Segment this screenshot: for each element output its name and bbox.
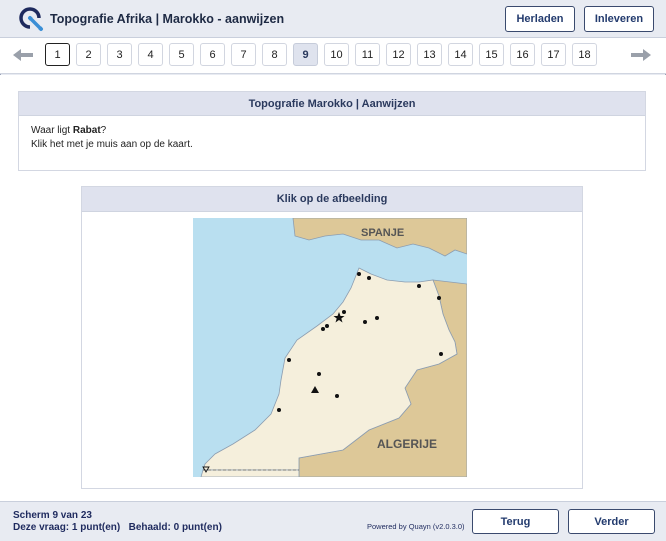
main-content: Topografie Marokko | Aanwijzen Waar ligt… (0, 75, 666, 501)
map-heading: Klik op de afbeelding (82, 187, 582, 212)
footer-bar: Scherm 9 van 23 Deze vraag: 1 punt(en) B… (0, 501, 666, 541)
algeria-label: ALGERIJE (377, 437, 437, 451)
page-button-10[interactable]: 10 (324, 43, 349, 66)
page-button-15[interactable]: 15 (479, 43, 504, 66)
page-button-3[interactable]: 3 (107, 43, 132, 66)
page-button-18[interactable]: 18 (572, 43, 597, 66)
points-line: Deze vraag: 1 punt(en) Behaald: 0 punt(e… (13, 522, 222, 534)
page-button-14[interactable]: 14 (448, 43, 473, 66)
question-prefix: Waar ligt (31, 125, 73, 136)
page-button-1[interactable]: 1 (45, 43, 70, 66)
morocco-map[interactable]: SPANJE ALGERIJE (193, 218, 467, 477)
arrow-left-icon[interactable] (12, 47, 34, 63)
spain-label: SPANJE (361, 227, 404, 239)
page-button-11[interactable]: 11 (355, 43, 380, 66)
page-button-17[interactable]: 17 (541, 43, 566, 66)
back-button[interactable]: Terug (472, 509, 559, 534)
page-button-9[interactable]: 9 (293, 43, 318, 66)
question-place: Rabat (72, 125, 101, 136)
question-text: Waar ligt Rabat? Klik het met je muis aa… (19, 116, 645, 160)
earned-points: Behaald: 0 punt(en) (128, 522, 222, 533)
map-panel: Klik op de afbeelding SPANJE ALGERIJE (81, 186, 583, 489)
screen-counter: Scherm 9 van 23 (13, 510, 92, 521)
powered-by-text: Powered by Quayn (v2.0.3.0) (367, 522, 465, 531)
page-button-13[interactable]: 13 (417, 43, 442, 66)
page-button-2[interactable]: 2 (76, 43, 101, 66)
next-button[interactable]: Verder (568, 509, 655, 534)
app-title: Topografie Afrika | Marokko - aanwijzen (50, 12, 285, 26)
score-info: Scherm 9 van 23 Deze vraag: 1 punt(en) B… (13, 510, 222, 534)
question-suffix: ? (100, 125, 107, 136)
western-sahara-land (200, 469, 300, 477)
submit-button[interactable]: Inleveren (584, 6, 654, 32)
question-points: Deze vraag: 1 punt(en) (13, 522, 121, 533)
question-instruction: Klik het met je muis aan op de kaart. (31, 139, 193, 150)
question-heading: Topografie Marokko | Aanwijzen (19, 92, 645, 116)
page-button-8[interactable]: 8 (262, 43, 287, 66)
page-button-12[interactable]: 12 (386, 43, 411, 66)
page-button-7[interactable]: 7 (231, 43, 256, 66)
question-pager: 1 2 3 4 5 6 7 8 9 10 11 12 13 14 15 16 17 18 (0, 38, 666, 74)
arrow-right-icon[interactable] (630, 47, 652, 63)
quayn-logo-icon (19, 7, 43, 31)
page-button-4[interactable]: 4 (138, 43, 163, 66)
question-panel: Topografie Marokko | Aanwijzen Waar ligt… (18, 91, 646, 171)
header-bar: Topografie Afrika | Marokko - aanwijzen … (0, 0, 666, 38)
page-button-6[interactable]: 6 (200, 43, 225, 66)
page-button-5[interactable]: 5 (169, 43, 194, 66)
reload-button[interactable]: Herladen (505, 6, 575, 32)
page-button-16[interactable]: 16 (510, 43, 535, 66)
